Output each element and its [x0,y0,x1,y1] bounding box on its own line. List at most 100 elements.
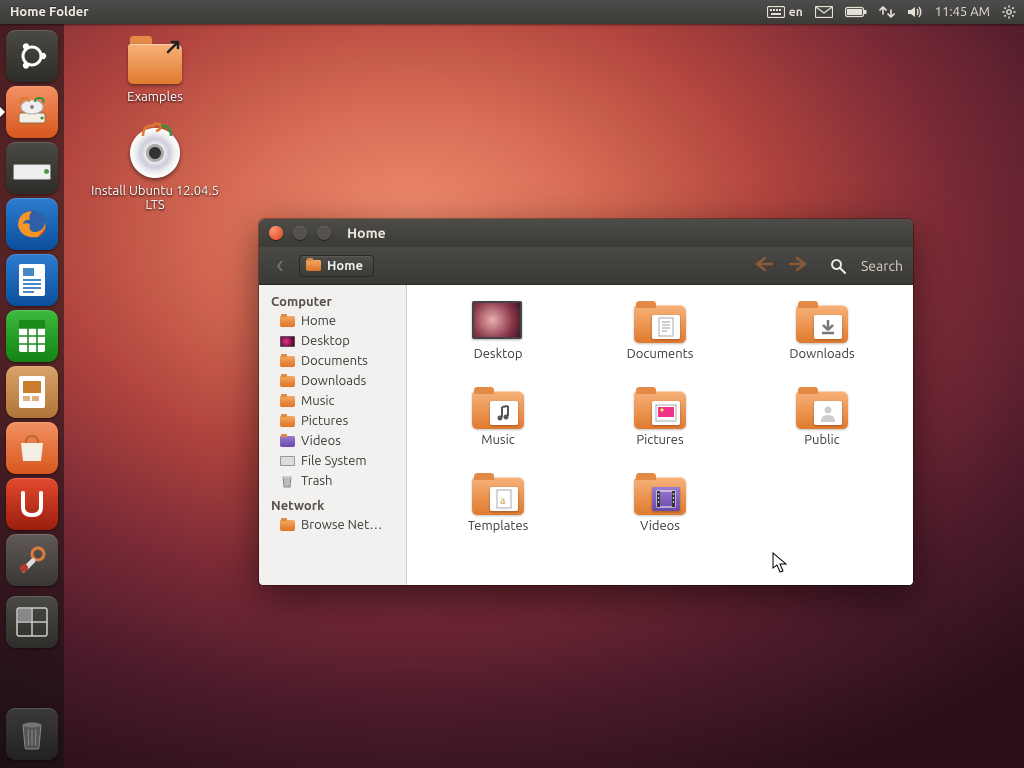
sound-indicator[interactable] [907,5,923,19]
spreadsheet-icon [16,318,48,354]
nav-forward-button[interactable] [785,256,813,276]
file-item[interactable]: Downloads [747,301,897,383]
clock-indicator[interactable]: 11:45 AM [935,5,990,19]
launcher-firefox[interactable] [6,198,58,250]
network-indicator[interactable] [879,5,895,19]
keyboard-icon [767,6,785,18]
file-item[interactable]: a Templates [423,473,573,555]
messaging-indicator[interactable] [815,6,833,18]
desktop-mini-icon [280,336,295,347]
nav-back-button[interactable] [749,256,777,276]
desktop-thumb-icon [472,301,522,339]
file-item-label: Documents [627,347,694,361]
launcher-impress[interactable] [6,366,58,418]
sidebar-item-label: File System [301,454,367,468]
sidebar-section-computer: Computer [259,291,406,311]
launcher-trash[interactable] [6,708,58,760]
launcher-calc[interactable] [6,310,58,362]
file-item-label: Templates [468,519,529,533]
sidebar-item-label: Documents [301,354,368,368]
window-maximize-button[interactable] [317,226,331,240]
launcher-dash[interactable] [6,30,58,82]
sidebar-item[interactable]: Documents [259,351,406,371]
file-item[interactable]: Videos [585,473,735,555]
desktop-icon-install[interactable]: Install Ubuntu 12.04.5 LTS [90,128,220,212]
folder-mini-icon [280,396,295,407]
file-item[interactable]: Public [747,387,897,469]
file-item-label: Music [481,433,515,447]
path-back-chevron[interactable] [269,255,291,277]
window-close-button[interactable] [269,226,283,240]
folder-mini-icon [280,376,295,387]
sidebar-item[interactable]: Trash [259,471,406,491]
sidebar-item[interactable]: File System [259,451,406,471]
panel-title: Home Folder [10,5,89,19]
file-item[interactable]: Pictures [585,387,735,469]
sidebar-item[interactable]: Downloads [259,371,406,391]
drive-icon [15,95,49,129]
sidebar-item-label: Browse Net… [301,518,382,532]
network-updown-icon [879,5,895,19]
sidebar-item-label: Videos [301,434,341,448]
ubuntu-logo-icon [15,39,49,73]
file-item[interactable]: Documents [585,301,735,383]
folder-icon [128,40,182,84]
sidebar-item[interactable]: Browse Net… [259,515,406,535]
content-pane[interactable]: Desktop Documents Downloads Music Pictures Pu… [407,285,913,585]
cursor-icon [772,552,790,574]
top-panel: Home Folder en 11:45 AM [0,0,1024,24]
search-button[interactable] [827,255,849,277]
breadcrumb-home[interactable]: Home [299,255,374,277]
sidebar-item[interactable]: Home [259,311,406,331]
presentation-icon [16,374,48,410]
launcher-install[interactable] [6,142,58,194]
sidebar-item[interactable]: Desktop [259,331,406,351]
file-item[interactable]: Music [423,387,573,469]
svg-text:a: a [500,493,506,507]
search-icon [830,258,846,274]
arrow-right-icon [789,256,809,272]
sidebar-item-label: Pictures [301,414,348,428]
desktop-icons: Examples Install Ubuntu 12.04.5 LTS [90,40,220,212]
desktop-icon-examples[interactable]: Examples [90,40,220,104]
battery-indicator[interactable] [845,6,867,18]
folder-mini-icon [280,436,295,447]
launcher-software-center[interactable] [6,422,58,474]
firefox-icon [14,206,50,242]
window-titlebar[interactable]: Home [259,219,913,247]
launcher-workspace[interactable] [6,596,58,648]
cd-icon [130,128,180,178]
sidebar-item[interactable]: Videos [259,431,406,451]
search-label: Search [861,258,903,274]
window-title: Home [347,225,386,241]
file-manager-window: Home Home Search Computer HomeDesktopDoc… [259,219,913,585]
ubuntu-one-icon [17,489,47,519]
gear-icon [1002,5,1016,19]
sidebar: Computer HomeDesktop Documents DownloadsMu… [259,285,407,585]
file-item-label: Public [804,433,839,447]
launcher-writer[interactable] [6,254,58,306]
volume-icon [907,5,923,19]
folder-mini-icon [280,316,295,327]
file-item-label: Pictures [636,433,683,447]
trash-icon [17,717,47,751]
mail-icon [815,6,833,18]
keyboard-indicator[interactable]: en [767,6,803,19]
launcher-settings[interactable] [6,534,58,586]
launcher-ubuntu-one[interactable] [6,478,58,530]
file-item[interactable]: Desktop [423,301,573,383]
launcher-files[interactable] [6,86,58,138]
drive-mini-icon [280,456,295,466]
sidebar-item[interactable]: Pictures [259,411,406,431]
sidebar-item[interactable]: Music [259,391,406,411]
sidebar-section-network: Network [259,495,406,515]
session-indicator[interactable] [1002,5,1016,19]
keyboard-lang-label: en [789,6,803,19]
indicator-area: en 11:45 AM [767,5,1016,19]
desktop-icon-label: Install Ubuntu 12.04.5 LTS [90,184,220,212]
battery-icon [845,6,867,18]
breadcrumb-label: Home [327,259,363,273]
home-folder-icon [306,260,321,271]
file-item-label: Downloads [789,347,854,361]
window-minimize-button[interactable] [293,226,307,240]
